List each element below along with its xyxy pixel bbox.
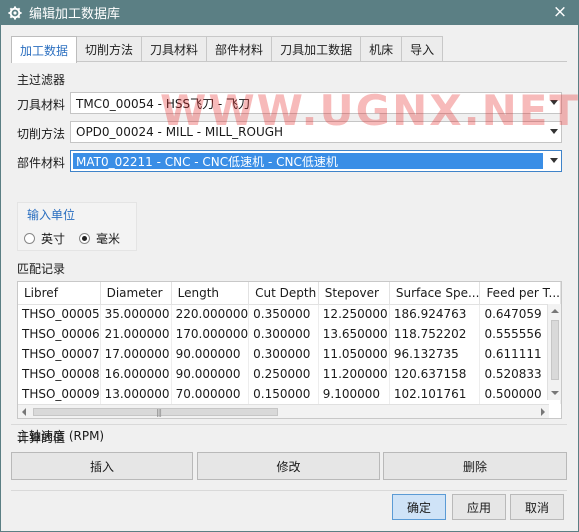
table-cell: 170.000000	[171, 324, 250, 344]
table-cell: 70.000000	[171, 384, 250, 404]
table-cell: 11.200000	[318, 364, 390, 384]
table-cell: 90.000000	[171, 344, 250, 364]
column-header[interactable]: Stepover	[318, 282, 390, 305]
column-header[interactable]: Libref	[18, 282, 101, 305]
table-cell: 11.050000	[318, 344, 390, 364]
table-cell: 17.000000	[100, 344, 172, 364]
tool-material-value: TMC0_00054 - HSS飞刀 - 飞刀	[76, 96, 251, 111]
table-cell: THSO_00008	[18, 364, 101, 384]
cut-method-label: 切削方法	[17, 127, 66, 141]
table-cell: 9.100000	[318, 384, 390, 404]
table-cell: 120.637158	[389, 364, 481, 384]
table-header-row: Libref Diameter Length Cut Depth Stepove…	[18, 282, 561, 305]
scroll-up-icon[interactable]	[551, 309, 559, 313]
table-row[interactable]: THSO_00007 17.000000 90.000000 0.300000 …	[18, 344, 561, 364]
insert-button[interactable]: 插入	[11, 452, 193, 480]
table-cell: 90.000000	[171, 364, 250, 384]
divider	[11, 490, 567, 491]
tab-strip: 加工数据 切削方法 刀具材料 部件材料 刀具加工数据 机床 导入	[11, 36, 444, 63]
table-cell: 12.250000	[318, 304, 390, 324]
table-cell: THSO_00005	[18, 304, 101, 324]
records-grid: Libref Diameter Length Cut Depth Stepove…	[18, 282, 561, 404]
grip-icon: |||	[156, 408, 162, 417]
column-header[interactable]: Cut Depth	[248, 282, 319, 305]
tab-machine[interactable]: 机床	[360, 36, 403, 62]
tab-cut-method[interactable]: 切削方法	[76, 36, 143, 62]
part-material-value: MAT0_02211 - CNC - CNC低速机 - CNC低速机	[73, 153, 543, 169]
tool-material-select[interactable]: TMC0_00054 - HSS飞刀 - 飞刀	[70, 92, 562, 114]
column-header[interactable]: Length	[171, 282, 250, 305]
table-cell: 13.000000	[100, 384, 172, 404]
table-cell: 220.000000	[171, 304, 250, 324]
table-cell: THSO_00006	[18, 324, 101, 344]
tab-tool-machining-data[interactable]: 刀具加工数据	[271, 36, 362, 62]
unit-mm-label: 毫米	[96, 232, 121, 246]
input-units-title: 输入单位	[27, 208, 76, 222]
records-title: 匹配记录	[17, 262, 66, 276]
scroll-right-icon[interactable]	[541, 408, 545, 416]
table-cell: 16.000000	[100, 364, 172, 384]
horizontal-scrollbar[interactable]: |||	[18, 404, 549, 418]
vertical-scrollbar[interactable]	[547, 304, 561, 400]
column-header[interactable]: Surface Spe...	[389, 282, 481, 305]
table-row[interactable]: THSO_00008 16.000000 90.000000 0.250000 …	[18, 364, 561, 384]
chevron-down-icon	[550, 158, 558, 163]
main-filter-title: 主过滤器	[17, 73, 66, 87]
table-cell: 118.752202	[389, 324, 481, 344]
cut-method-select[interactable]: OPD0_00024 - MILL - MILL_ROUGH	[70, 121, 562, 143]
table-cell: 96.132735	[389, 344, 481, 364]
modify-button[interactable]: 修改	[197, 452, 380, 480]
table-cell: 35.000000	[100, 304, 172, 324]
unit-inch-radio[interactable]: 英寸	[24, 230, 65, 247]
close-icon[interactable]: ×	[551, 2, 569, 22]
table-cell: 0.300000	[248, 324, 319, 344]
input-units-group: 输入单位 英寸 毫米	[17, 202, 137, 251]
records-table: Libref Diameter Length Cut Depth Stepove…	[17, 281, 562, 419]
dialog-window: 加工数据 切削方法 刀具材料 部件材料 刀具加工数据 机床 导入 主过滤器 刀具…	[0, 25, 579, 532]
unit-mm-radio[interactable]: 毫米	[79, 230, 120, 247]
tab-machining-data[interactable]: 加工数据	[11, 36, 78, 63]
divider	[11, 424, 567, 425]
column-header[interactable]: Diameter	[100, 282, 172, 305]
table-cell: THSO_00009	[18, 384, 101, 404]
part-material-label: 部件材料	[17, 156, 66, 170]
scroll-left-icon[interactable]	[22, 408, 26, 416]
tool-material-label: 刀具材料	[17, 98, 66, 112]
table-cell: 21.000000	[100, 324, 172, 344]
cut-method-value: OPD0_00024 - MILL - MILL_ROUGH	[76, 125, 284, 139]
title-bar: 编辑加工数据库 ×	[0, 0, 579, 25]
tab-import[interactable]: 导入	[401, 36, 444, 62]
cancel-button[interactable]: 取消	[510, 494, 564, 520]
spindle-speed-label: 主轴速度 (RPM)	[17, 429, 105, 443]
table-cell: 0.350000	[248, 304, 319, 324]
table-cell: THSO_00007	[18, 344, 101, 364]
tab-tool-material[interactable]: 刀具材料	[141, 36, 208, 62]
delete-button[interactable]: 删除	[383, 452, 567, 480]
gear-icon	[8, 5, 22, 20]
table-cell: 0.250000	[248, 364, 319, 384]
table-row[interactable]: THSO_00005 35.000000 220.000000 0.350000…	[18, 304, 561, 324]
ok-button[interactable]: 确定	[392, 494, 446, 520]
table-cell: 0.300000	[248, 344, 319, 364]
scroll-thumb[interactable]	[551, 320, 559, 380]
column-header[interactable]: Feed per T...	[479, 282, 561, 305]
part-material-select[interactable]: MAT0_02211 - CNC - CNC低速机 - CNC低速机	[70, 150, 562, 172]
apply-button[interactable]: 应用	[452, 494, 506, 520]
window-title: 编辑加工数据库	[29, 7, 121, 22]
chevron-down-icon	[550, 100, 558, 105]
radio-checked-icon	[79, 233, 90, 244]
radio-circle-icon	[24, 233, 35, 244]
machining-data-panel: 主过滤器 刀具材料 TMC0_00054 - HSS飞刀 - 飞刀 切削方法 O…	[11, 61, 567, 445]
scroll-down-icon[interactable]	[551, 391, 559, 395]
unit-inch-label: 英寸	[41, 232, 66, 246]
table-cell: 0.150000	[248, 384, 319, 404]
tab-part-material[interactable]: 部件材料	[206, 36, 273, 62]
table-row[interactable]: THSO_00006 21.000000 170.000000 0.300000…	[18, 324, 561, 344]
table-cell: 186.924763	[389, 304, 481, 324]
table-row[interactable]: THSO_00009 13.000000 70.000000 0.150000 …	[18, 384, 561, 404]
chevron-down-icon	[550, 129, 558, 134]
table-cell: 13.650000	[318, 324, 390, 344]
table-cell: 102.101761	[389, 384, 481, 404]
